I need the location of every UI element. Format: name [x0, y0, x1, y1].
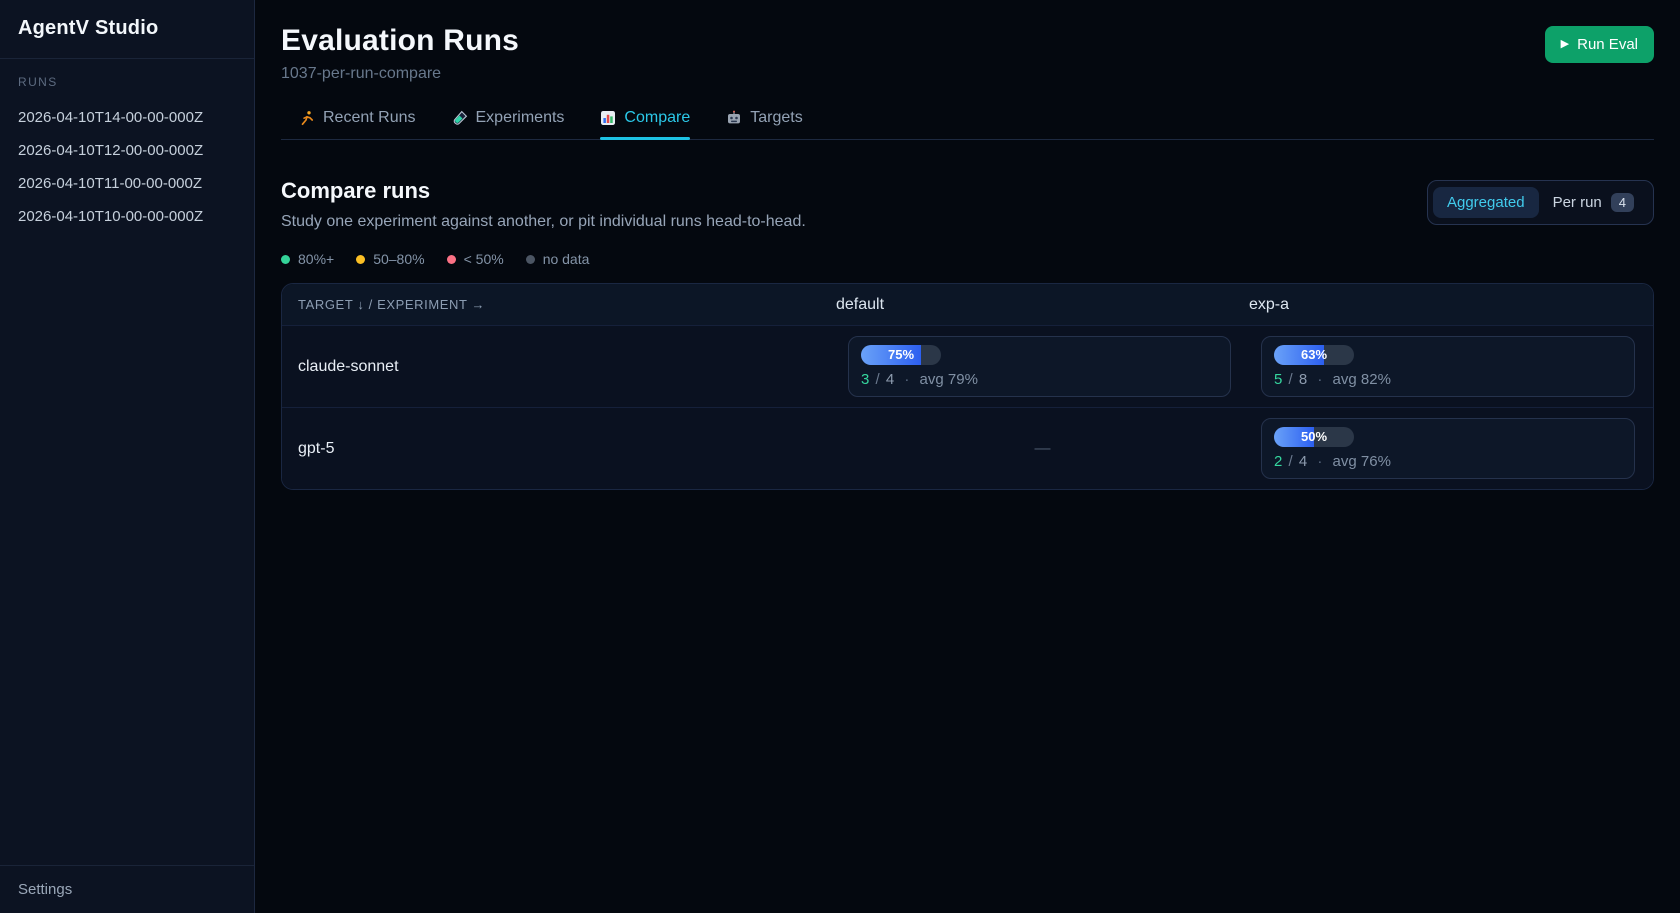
green-dot-icon: [281, 255, 290, 264]
run-eval-label: Run Eval: [1577, 36, 1638, 53]
total-count: 4: [886, 371, 894, 388]
per-run-toggle[interactable]: Per run 4: [1539, 186, 1648, 219]
compare-section-header: Compare runs Study one experiment agains…: [281, 178, 1654, 231]
result-cell[interactable]: 50% 2 / 4 · avg 76%: [1261, 418, 1635, 479]
legend-item-nodata: no data: [526, 251, 590, 267]
result-stats: 2 / 4 · avg 76%: [1274, 453, 1622, 470]
test-tube-icon: [452, 110, 468, 126]
page-title: Evaluation Runs: [281, 24, 519, 58]
table-cell: 63% 5 / 8 · avg 82%: [1249, 326, 1653, 407]
result-stats: 3 / 4 · avg 79%: [861, 371, 1218, 388]
avg-score: avg 76%: [1333, 453, 1391, 470]
pass-rate-label: 75%: [861, 345, 941, 365]
run-eval-button[interactable]: ▶ Run Eval: [1545, 26, 1654, 63]
per-run-count-badge: 4: [1611, 193, 1634, 212]
bar-chart-icon: [600, 110, 616, 126]
compare-titles: Compare runs Study one experiment agains…: [281, 178, 806, 231]
per-run-label: Per run: [1553, 194, 1602, 211]
app-title: AgentV Studio: [0, 0, 254, 59]
view-mode-toggle: Aggregated Per run 4: [1427, 180, 1654, 225]
pass-rate-pill: 63%: [1274, 345, 1354, 365]
compare-description: Study one experiment against another, or…: [281, 213, 806, 231]
compare-section: Compare runs Study one experiment agains…: [281, 178, 1654, 490]
total-count: 4: [1299, 453, 1307, 470]
legend-label: < 50%: [464, 251, 504, 267]
fraction-separator: /: [1289, 453, 1293, 470]
compare-table: TARGET ↓ / EXPERIMENT → default exp-a cl…: [281, 283, 1654, 490]
sidebar-footer: Settings: [0, 865, 254, 913]
passed-count: 5: [1274, 371, 1282, 388]
experiment-column-header: exp-a: [1249, 296, 1653, 314]
aggregated-toggle[interactable]: Aggregated: [1433, 187, 1539, 218]
score-legend: 80%+ 50–80% < 50% no data: [281, 251, 1654, 267]
stat-separator: ·: [904, 371, 909, 388]
runs-section-label: RUNS: [18, 75, 236, 89]
legend-item-high: 80%+: [281, 251, 334, 267]
sidebar-run-item[interactable]: 2026-04-10T14-00-00-000Z: [18, 101, 236, 134]
robot-icon: [726, 110, 742, 126]
runner-icon: [299, 110, 315, 126]
legend-label: 80%+: [298, 251, 334, 267]
compare-title: Compare runs: [281, 178, 806, 204]
legend-item-low: < 50%: [447, 251, 504, 267]
tab-targets[interactable]: Targets: [726, 109, 802, 139]
tab-label: Experiments: [476, 109, 565, 127]
compare-table-header: TARGET ↓ / EXPERIMENT → default exp-a: [282, 284, 1653, 325]
table-row: gpt-5 — 50% 2 / 4 ·: [282, 407, 1653, 489]
tab-recent-runs[interactable]: Recent Runs: [299, 109, 416, 139]
page-header: Evaluation Runs 1037-per-run-compare ▶ R…: [281, 24, 1654, 83]
legend-label: 50–80%: [373, 251, 424, 267]
result-stats: 5 / 8 · avg 82%: [1274, 371, 1622, 388]
sidebar-run-item[interactable]: 2026-04-10T11-00-00-000Z: [18, 167, 236, 200]
total-count: 8: [1299, 371, 1307, 388]
passed-count: 3: [861, 371, 869, 388]
red-dot-icon: [447, 255, 456, 264]
avg-score: avg 82%: [1333, 371, 1391, 388]
table-cell: 75% 3 / 4 · avg 79%: [836, 326, 1249, 407]
main-content: Evaluation Runs 1037-per-run-compare ▶ R…: [255, 0, 1680, 913]
yellow-dot-icon: [356, 255, 365, 264]
table-row: claude-sonnet 75% 3 / 4 ·: [282, 325, 1653, 407]
tab-label: Compare: [624, 109, 690, 127]
gray-dot-icon: [526, 255, 535, 264]
fraction-separator: /: [1289, 371, 1293, 388]
pass-rate-pill: 50%: [1274, 427, 1354, 447]
corner-header: TARGET ↓ / EXPERIMENT →: [282, 297, 836, 312]
tab-label: Recent Runs: [323, 109, 416, 127]
legend-label: no data: [543, 251, 590, 267]
table-cell: 50% 2 / 4 · avg 76%: [1249, 408, 1653, 489]
tab-compare[interactable]: Compare: [600, 109, 690, 139]
legend-item-mid: 50–80%: [356, 251, 424, 267]
page-header-titles: Evaluation Runs 1037-per-run-compare: [281, 24, 519, 83]
runs-nav: RUNS 2026-04-10T14-00-00-000Z 2026-04-10…: [0, 59, 254, 865]
pass-rate-pill: 75%: [861, 345, 941, 365]
fraction-separator: /: [876, 371, 880, 388]
passed-count: 2: [1274, 453, 1282, 470]
settings-link[interactable]: Settings: [18, 881, 72, 898]
pass-rate-label: 50%: [1274, 427, 1354, 447]
result-cell[interactable]: 63% 5 / 8 · avg 82%: [1261, 336, 1635, 397]
target-label: claude-sonnet: [282, 358, 836, 376]
sidebar-run-item[interactable]: 2026-04-10T12-00-00-000Z: [18, 134, 236, 167]
avg-score: avg 79%: [920, 371, 978, 388]
stat-separator: ·: [1317, 371, 1322, 388]
tab-experiments[interactable]: Experiments: [452, 109, 565, 139]
play-icon: ▶: [1561, 39, 1569, 50]
sidebar-run-item[interactable]: 2026-04-10T10-00-00-000Z: [18, 200, 236, 233]
result-cell[interactable]: 75% 3 / 4 · avg 79%: [848, 336, 1231, 397]
empty-result-cell: —: [836, 440, 1249, 458]
pass-rate-label: 63%: [1274, 345, 1354, 365]
page-subtitle: 1037-per-run-compare: [281, 65, 519, 83]
target-label: gpt-5: [282, 440, 836, 458]
experiment-column-header: default: [836, 296, 1249, 314]
stat-separator: ·: [1317, 453, 1322, 470]
sidebar: AgentV Studio RUNS 2026-04-10T14-00-00-0…: [0, 0, 255, 913]
tab-label: Targets: [750, 109, 802, 127]
app-window: AgentV Studio RUNS 2026-04-10T14-00-00-0…: [0, 0, 1680, 913]
tab-bar: Recent Runs Experiments: [281, 109, 1654, 140]
